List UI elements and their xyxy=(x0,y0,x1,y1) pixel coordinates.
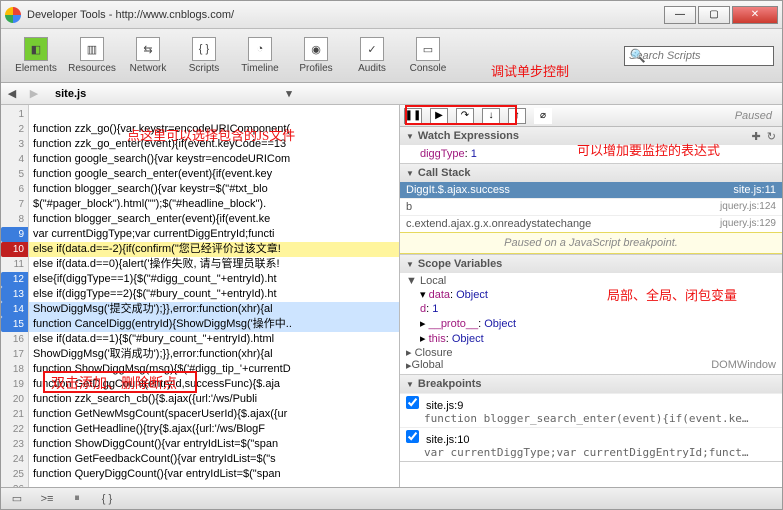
callstack-frame[interactable]: DiggIt.$.ajax.successsite.js:11 xyxy=(400,182,782,198)
scope-section: ▼Scope Variables ▼ Local ▾ data: Object … xyxy=(400,255,782,375)
favicon xyxy=(5,7,21,23)
breakpoints-header[interactable]: ▼Breakpoints xyxy=(400,375,782,393)
bp-checkbox[interactable] xyxy=(406,396,419,409)
bp-checkbox[interactable] xyxy=(406,430,419,443)
search-input[interactable] xyxy=(624,46,774,66)
deactivate-bp-button[interactable]: ⌀ xyxy=(534,108,552,124)
tab-console[interactable]: ▭Console xyxy=(401,37,455,74)
step-out-button[interactable]: ↑ xyxy=(508,108,526,124)
breakpoint-item[interactable]: site.js:10var currentDiggType;var curren… xyxy=(400,427,782,461)
tab-scripts[interactable]: { }Scripts xyxy=(177,37,231,74)
pause-message: Paused on a JavaScript breakpoint. xyxy=(400,232,782,254)
pause-exception-icon[interactable]: ⏸ xyxy=(67,491,87,507)
resume-button[interactable]: ▶ xyxy=(430,108,448,124)
pretty-print-icon[interactable]: { } xyxy=(97,491,117,507)
paused-label: Paused xyxy=(735,110,778,122)
main-toolbar: ◧Elements ▥Resources ⇆Network { }Scripts… xyxy=(1,29,782,83)
title-bar: Developer Tools - http://www.cnblogs.com… xyxy=(1,1,782,29)
add-watch-icon[interactable]: ✚ xyxy=(751,131,760,143)
search-box: 🔍 xyxy=(626,46,774,66)
console-toggle-icon[interactable]: >≡ xyxy=(37,491,57,507)
main-pane: 1234567891011121314151617181920212223242… xyxy=(1,105,782,489)
debug-toolbar: ❚❚ ▶ ↷ ↓ ↑ ⌀ Paused xyxy=(400,105,782,127)
tab-elements[interactable]: ◧Elements xyxy=(9,37,63,74)
status-bar: ▭ >≡ ⏸ { } xyxy=(1,487,782,509)
window-title: Developer Tools - http://www.cnblogs.com… xyxy=(27,9,234,21)
scope-header[interactable]: ▼Scope Variables xyxy=(400,255,782,273)
close-button[interactable]: ✕ xyxy=(732,6,778,24)
callstack-frame[interactable]: c.extend.ajax.g.x.onreadystatechangejque… xyxy=(400,215,782,232)
watch-section: ▼Watch Expressions✚ ↻ diggType: 1 xyxy=(400,127,782,164)
tab-network[interactable]: ⇆Network xyxy=(121,37,175,74)
callstack-header[interactable]: ▼Call Stack xyxy=(400,164,782,182)
search-icon: 🔍 xyxy=(630,48,646,64)
tab-timeline[interactable]: ◔Timeline xyxy=(233,37,287,74)
callstack-frame[interactable]: bjquery.js:124 xyxy=(400,198,782,215)
callstack-section: ▼Call Stack DiggIt.$.ajax.successsite.js… xyxy=(400,164,782,255)
chevron-down-icon: ▾ xyxy=(286,87,292,100)
step-into-button[interactable]: ↓ xyxy=(482,108,500,124)
breakpoint-item[interactable]: site.js:9function blogger_search_enter(e… xyxy=(400,393,782,427)
pause-button[interactable]: ❚❚ xyxy=(404,108,422,124)
file-selector[interactable]: site.js ▾ xyxy=(45,84,302,104)
step-over-button[interactable]: ↷ xyxy=(456,108,474,124)
nav-forward-button[interactable]: ▶ xyxy=(23,84,45,104)
tab-profiles[interactable]: ◉Profiles xyxy=(289,37,343,74)
watch-header[interactable]: ▼Watch Expressions✚ ↻ xyxy=(400,127,782,145)
file-tab-bar: ◀ ▶ site.js ▾ xyxy=(1,83,782,105)
tab-audits[interactable]: ✓Audits xyxy=(345,37,399,74)
tab-resources[interactable]: ▥Resources xyxy=(65,37,119,74)
dock-icon[interactable]: ▭ xyxy=(7,491,27,507)
window-controls: — ▢ ✕ xyxy=(662,6,778,24)
refresh-watch-icon[interactable]: ↻ xyxy=(767,131,776,143)
nav-back-button[interactable]: ◀ xyxy=(1,84,23,104)
code-editor[interactable]: function zzk_go(){var keystr=encodeURICo… xyxy=(29,105,399,489)
minimize-button[interactable]: — xyxy=(664,6,696,24)
file-name: site.js xyxy=(55,88,86,100)
breakpoints-section: ▼Breakpoints site.js:9function blogger_s… xyxy=(400,375,782,462)
line-gutter[interactable]: 1234567891011121314151617181920212223242… xyxy=(1,105,29,489)
maximize-button[interactable]: ▢ xyxy=(698,6,730,24)
debug-sidebar: ❚❚ ▶ ↷ ↓ ↑ ⌀ Paused ▼Watch Expressions✚ … xyxy=(399,105,782,489)
